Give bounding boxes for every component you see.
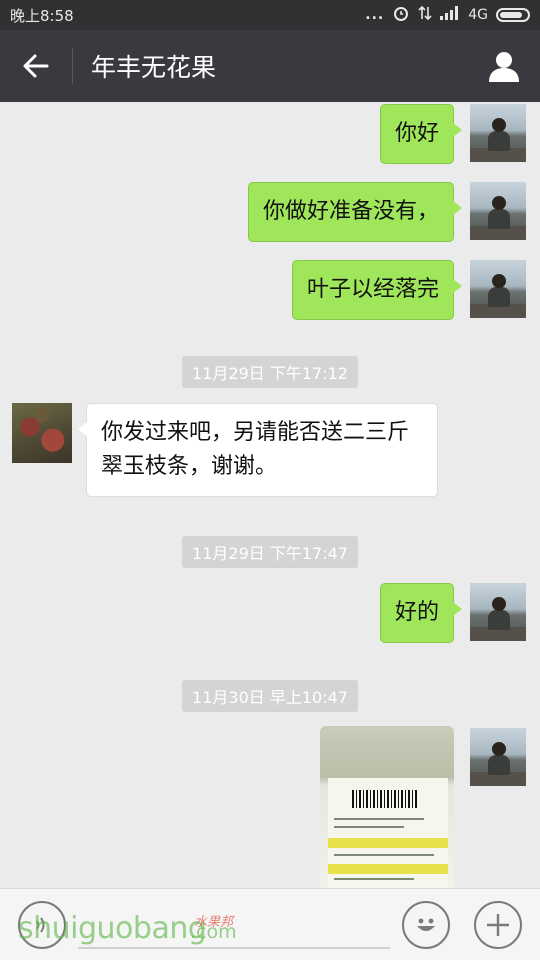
message-input[interactable]: [78, 947, 390, 949]
signal-icon: [440, 6, 460, 24]
status-indicators: ... 4G: [365, 4, 530, 26]
message-bubble[interactable]: 你好: [379, 104, 463, 164]
chat-title: 年丰无花果: [91, 53, 217, 82]
data-transfer-icon: [418, 5, 432, 25]
emoji-button[interactable]: [402, 901, 450, 949]
emoji-icon: [417, 918, 435, 931]
image-message[interactable]: [320, 726, 454, 888]
input-bar: shuiguobang 水果邦 .com: [0, 888, 540, 960]
avatar[interactable]: [470, 182, 526, 240]
back-arrow-icon: [23, 54, 49, 78]
message-bubble[interactable]: 你做好准备没有，: [247, 182, 463, 242]
network-type: 4G: [468, 7, 488, 23]
title-divider: [72, 48, 73, 84]
timestamp: 11月29日 下午17:12: [0, 356, 540, 388]
message-bubble[interactable]: 好的: [379, 583, 463, 643]
alarm-icon: [392, 4, 410, 26]
plus-icon: [487, 914, 509, 936]
back-button[interactable]: [0, 30, 72, 102]
chat-area[interactable]: 你好 你做好准备没有， 叶子以经落完 11月29日 下午17:12 你发过来吧，…: [0, 102, 540, 888]
message-bubble[interactable]: 你发过来吧，另请能否送二三斤翠玉枝条，谢谢。: [78, 403, 438, 497]
timestamp: 11月30日 早上10:47: [0, 680, 540, 712]
shipping-label-image: [328, 778, 448, 888]
avatar[interactable]: [470, 104, 526, 162]
avatar[interactable]: [470, 728, 526, 786]
timestamp: 11月29日 下午17:47: [0, 536, 540, 568]
status-bar: 晚上8:58 ... 4G: [0, 0, 540, 30]
avatar[interactable]: [470, 260, 526, 318]
contact-info-button[interactable]: [468, 30, 540, 102]
avatar[interactable]: [12, 403, 72, 463]
status-time: 晚上8:58: [10, 6, 74, 25]
message-bubble[interactable]: 叶子以经落完: [291, 260, 463, 320]
contact-icon: [489, 52, 519, 82]
more-button[interactable]: [474, 901, 522, 949]
notification-dots: ...: [365, 7, 385, 23]
avatar[interactable]: [470, 583, 526, 641]
watermark-suffix: .com: [190, 921, 237, 943]
battery-icon: [496, 8, 530, 22]
title-bar: 年丰无花果: [0, 30, 540, 102]
watermark: shuiguobang: [18, 911, 207, 946]
